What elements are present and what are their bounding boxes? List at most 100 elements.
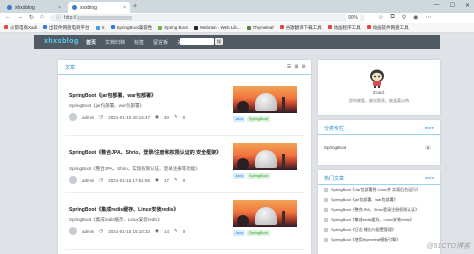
- bookmark-item[interactable]: S: [95, 25, 105, 30]
- article-views: 40: [163, 114, 169, 120]
- article-icon: [324, 187, 328, 192]
- url-redacted: [76, 15, 132, 20]
- profile-icon[interactable]: ◉: [413, 14, 418, 21]
- bookmark-item[interactable]: 动画软件网盘工具: [366, 25, 409, 31]
- tag-badge[interactable]: Java: [233, 173, 246, 179]
- bookmark-icon: [246, 25, 251, 30]
- categories-card: 分类专栏 more SpringBoot 6: [318, 120, 440, 165]
- article-tags: Java SpringBoot: [233, 230, 270, 236]
- forward-icon[interactable]: →: [17, 14, 23, 21]
- author-name[interactable]: admin: [82, 229, 94, 234]
- watermark: @51CTO博客: [426, 243, 470, 250]
- minimize-button[interactable]: —: [434, 2, 440, 9]
- tag-badge[interactable]: Java: [233, 230, 246, 236]
- home-icon[interactable]: ⌂: [40, 14, 44, 21]
- menu-item-archive[interactable]: 文档归档: [105, 39, 125, 46]
- tag-badge[interactable]: SpringBoot: [247, 230, 270, 236]
- bookmark-icon: [110, 25, 115, 30]
- bookmark-item[interactable]: 动画程序工具: [327, 25, 361, 31]
- favorite-icon[interactable]: ☆: [378, 14, 383, 21]
- article-views: 17: [163, 177, 169, 183]
- bookmark-item[interactable]: Webrain - Web Lib...: [193, 25, 241, 30]
- clock-icon: ◷: [99, 114, 104, 119]
- article-icon: [324, 237, 328, 242]
- close-window-button[interactable]: ✕: [465, 2, 470, 9]
- panel-header-icons: ☰ ⊞ ⚙: [287, 64, 306, 70]
- author-avatar: [69, 227, 77, 235]
- browser-tab-2[interactable]: xsxblog ×: [68, 2, 130, 13]
- site-menu: 首页 文档归档 标签 留言板 关于: [86, 39, 187, 46]
- bookmark-item[interactable]: Spring Boot: [158, 25, 188, 30]
- zoom-level[interactable]: 90%: [346, 14, 361, 22]
- info-icon: ⓘ: [56, 15, 62, 21]
- bookmark-icon: [279, 25, 284, 30]
- reload-icon[interactable]: ↻: [29, 14, 34, 21]
- article-thumbnail[interactable]: [233, 143, 297, 170]
- hot-article-item[interactable]: SpringBoot《整合JPA、Shrio登录注册权限认证》: [324, 207, 436, 213]
- collections-icon[interactable]: ⧉: [390, 14, 394, 21]
- article-card[interactable]: SpringBoot《jar包部署、war包部署》 SpringBoot《jar…: [65, 82, 304, 136]
- bookmark-item[interactable]: Thymeleaf: [246, 25, 274, 30]
- site-search-button[interactable]: 搜: [215, 38, 223, 45]
- thumb-dome: [255, 93, 277, 111]
- profile-card: Zcaid. 愿你被爱，被光照亮，被温柔以待: [318, 60, 440, 115]
- author-avatar: [69, 176, 77, 184]
- bookmark-item[interactable]: 出软件网盘电商平台: [43, 25, 90, 31]
- author-name[interactable]: admin: [82, 115, 94, 120]
- site-logo[interactable]: xhxsblog: [44, 38, 79, 45]
- list-view-icon[interactable]: ☰: [287, 64, 291, 70]
- menu-item-guestbook[interactable]: 留言板: [153, 39, 168, 46]
- bookmark-item[interactable]: 火箭电商Xadi: [4, 25, 37, 31]
- extensions-icon[interactable]: ⚲: [402, 14, 406, 21]
- article-title[interactable]: SpringBoot《集成redis缓存、Linux安装redis》: [69, 207, 225, 214]
- thumb-tower: [282, 154, 285, 168]
- tab-close-icon[interactable]: ×: [58, 5, 61, 11]
- tag-badge[interactable]: SpringBoot: [247, 173, 270, 179]
- tab-close-icon[interactable]: ×: [123, 5, 126, 11]
- grid-view-icon[interactable]: ⊞: [294, 64, 298, 70]
- thumb-tower: [282, 97, 285, 111]
- article-card[interactable]: SpringBoot《整合JPA、Shrio、登录/注册和权限认证的 安全框架》…: [65, 139, 304, 193]
- settings-more-icon[interactable]: ⋯: [425, 14, 431, 21]
- hot-article-item[interactable]: SpringBoot《集成redis缓存、Linux安装redis》: [324, 217, 436, 223]
- tag-badge[interactable]: Java: [233, 116, 246, 122]
- maximize-button[interactable]: ☐: [450, 2, 455, 9]
- bookmark-icon: [158, 25, 163, 30]
- back-icon[interactable]: ←: [5, 14, 11, 21]
- comments-icon: ✎: [173, 114, 178, 119]
- bookmarks-bar: 火箭电商Xadi 出软件网盘电商平台 S SpringBoot兼容性 Sprin…: [0, 23, 474, 33]
- menu-item-home[interactable]: 首页: [86, 39, 96, 46]
- address-bar-row: ← → ↻ ⌂ ⓘ http:// 90% ☆ ⧉ ⚲ ◉ ⋯: [0, 13, 474, 23]
- hot-article-item[interactable]: SpringBoot《Jar包部署到 Linux并 实现后台运行》: [324, 187, 436, 193]
- article-icon: [324, 207, 328, 212]
- new-tab-button[interactable]: +: [133, 3, 137, 10]
- author-name[interactable]: admin: [82, 178, 94, 183]
- article-summary: SpringBoot《集成redis缓存、Linux安装redis》: [69, 217, 163, 222]
- window-controls: — ☐ ✕: [434, 2, 470, 9]
- bookmark-item[interactable]: SpringBoot兼容性: [110, 25, 152, 31]
- browser-tab-1[interactable]: xhxsblog ×: [3, 2, 65, 13]
- category-item[interactable]: SpringBoot: [324, 145, 346, 150]
- category-count-badge: 6: [424, 145, 431, 150]
- hot-articles-more-link[interactable]: more: [425, 175, 434, 180]
- hot-article-item[interactable]: SpringBoot《jar包部署、war包部署》: [324, 197, 436, 203]
- article-date: 2021-01-15 15:10:33: [108, 228, 150, 234]
- menu-item-tags[interactable]: 标签: [134, 39, 144, 46]
- bookmark-icon: [95, 25, 100, 30]
- article-title[interactable]: SpringBoot《整合JPA、Shrio、登录/注册和权限认证的 安全框架》: [69, 150, 225, 157]
- article-comments: 0: [182, 114, 186, 120]
- article-title[interactable]: SpringBoot《jar包部署、war包部署》: [69, 93, 225, 100]
- hot-article-item[interactable]: SpringBoot《使用thymeleaf模板引擎》: [324, 237, 436, 243]
- bookmark-item[interactable]: 谷歌翻译下载工具: [279, 25, 322, 31]
- thumb-tree: [237, 215, 249, 227]
- site-search-input[interactable]: [180, 38, 214, 45]
- article-card[interactable]: SpringBoot《集成redis缓存、Linux安装redis》 Sprin…: [65, 196, 304, 250]
- article-thumbnail[interactable]: [233, 200, 297, 227]
- tag-badge[interactable]: SpringBoot: [247, 116, 270, 122]
- categories-more-link[interactable]: more: [425, 125, 434, 130]
- article-summary: SpringBoot《整合JPA、Shrio，实现权限认证、登录注册等功能》: [69, 166, 200, 171]
- hot-article-item[interactable]: SpringBoot《日志 输出与配置管理》: [324, 227, 436, 233]
- url-field[interactable]: ⓘ http://: [50, 14, 365, 22]
- settings-icon[interactable]: ⚙: [302, 64, 306, 70]
- article-thumbnail[interactable]: [233, 86, 297, 113]
